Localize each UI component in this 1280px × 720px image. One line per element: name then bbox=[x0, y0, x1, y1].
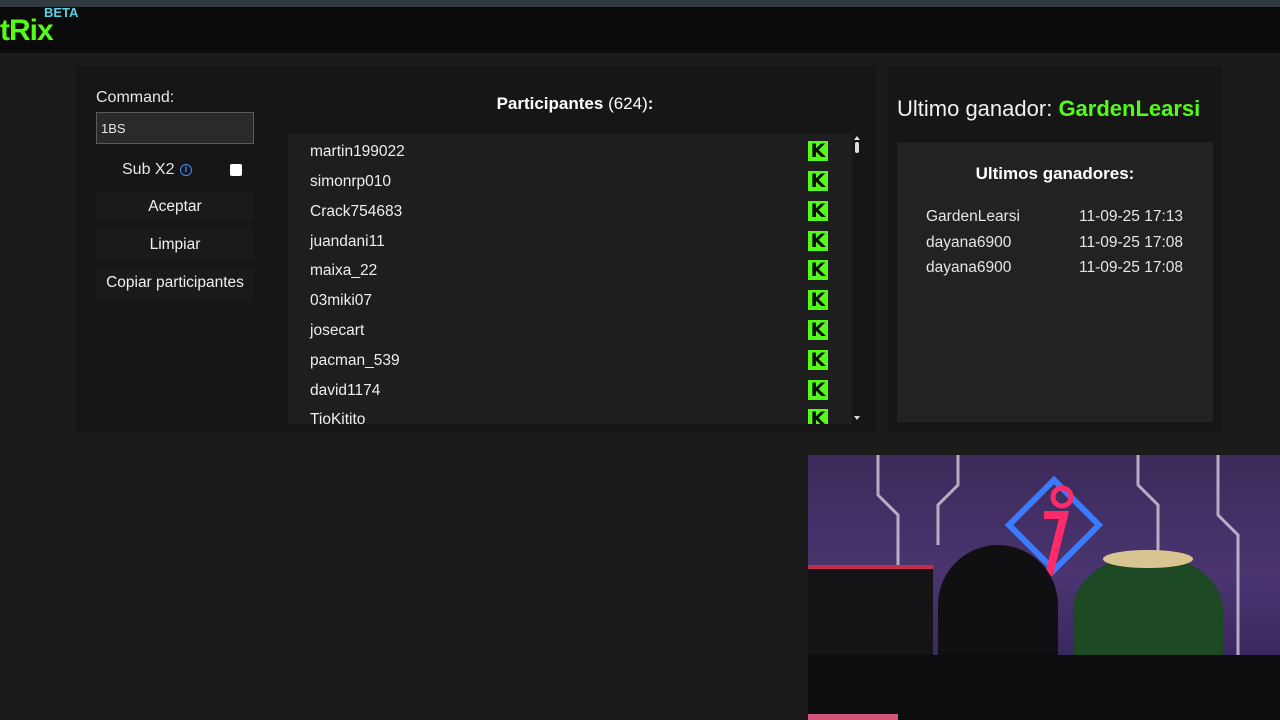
recent-winners-title: Ultimos ganadores: bbox=[975, 164, 1135, 183]
participant-name: juandani11 bbox=[310, 233, 385, 250]
winner-row-name: GardenLearsi bbox=[926, 208, 1020, 225]
participant-name: david1174 bbox=[310, 382, 381, 399]
scroll-thumb[interactable] bbox=[855, 142, 859, 153]
winner-row-time: 11-09-25 17:08 bbox=[1079, 259, 1183, 276]
participant-name: pacman_539 bbox=[310, 352, 400, 369]
desk bbox=[808, 655, 1280, 720]
top-bar bbox=[0, 7, 1280, 53]
kick-icon: K bbox=[808, 171, 828, 191]
list-item[interactable]: Crack754683 K bbox=[288, 196, 852, 226]
monitor-box bbox=[808, 565, 933, 665]
kick-icon: K bbox=[808, 201, 828, 221]
person-left bbox=[938, 545, 1058, 665]
winner-row-time: 11-09-25 17:13 bbox=[1079, 208, 1183, 225]
kick-icon: K bbox=[808, 141, 828, 161]
participant-name: Crack754683 bbox=[310, 203, 403, 220]
last-winner: Ultimo ganador: GardenLearsi bbox=[897, 96, 1200, 122]
scroll-up-icon[interactable] bbox=[854, 136, 860, 140]
person-right bbox=[1073, 555, 1223, 665]
list-item[interactable]: juandani11 K bbox=[288, 226, 852, 256]
command-label: Command: bbox=[96, 89, 175, 106]
accept-button[interactable]: Aceptar bbox=[96, 192, 254, 222]
participants-title-text: Participantes bbox=[496, 94, 604, 113]
winner-row: dayana6900 11-09-25 17:08 bbox=[926, 234, 1196, 256]
command-input[interactable] bbox=[96, 112, 254, 144]
winner-row: dayana6900 11-09-25 17:08 bbox=[926, 259, 1196, 281]
list-item[interactable]: david1174 K bbox=[288, 375, 852, 405]
winner-row-time: 11-09-25 17:08 bbox=[1079, 234, 1183, 251]
scroll-down-icon[interactable] bbox=[854, 416, 860, 420]
participants-title: Participantes (624): bbox=[420, 94, 730, 114]
participants-scrollbar[interactable] bbox=[852, 134, 862, 424]
sub-x2-label: Sub X2 bbox=[122, 161, 175, 178]
last-winner-name: GardenLearsi bbox=[1058, 96, 1201, 121]
info-icon[interactable]: i bbox=[180, 164, 192, 176]
participant-name: josecart bbox=[310, 322, 365, 339]
participants-title-colon: : bbox=[647, 94, 654, 113]
winner-row-name: dayana6900 bbox=[926, 234, 1012, 251]
participant-name: 03miki07 bbox=[310, 292, 373, 309]
clear-button[interactable]: Limpiar bbox=[96, 230, 254, 260]
kick-icon: K bbox=[808, 380, 828, 400]
list-item[interactable]: simonrp010 K bbox=[288, 166, 852, 196]
participant-name: martin199022 bbox=[310, 143, 405, 160]
participants-count: (624) bbox=[608, 94, 648, 113]
list-item[interactable]: martin199022 K bbox=[288, 136, 852, 166]
kick-icon: K bbox=[808, 409, 828, 424]
recent-winners-box: Ultimos ganadores: GardenLearsi 11-09-25… bbox=[897, 142, 1213, 422]
list-item[interactable]: pacman_539 K bbox=[288, 345, 852, 375]
list-item[interactable]: 03miki07 K bbox=[288, 285, 852, 315]
list-item[interactable]: maixa_22 K bbox=[288, 255, 852, 285]
participant-name: maixa_22 bbox=[310, 262, 378, 279]
winner-row-name: dayana6900 bbox=[926, 259, 1012, 276]
participants-list[interactable]: martin199022 K simonrp010 K Crack754683 … bbox=[288, 134, 852, 424]
list-item[interactable]: josecart K bbox=[288, 315, 852, 345]
beta-badge: BETA bbox=[44, 5, 79, 20]
kick-icon: K bbox=[808, 290, 828, 310]
participant-name: simonrp010 bbox=[310, 173, 391, 190]
pink-bar bbox=[808, 714, 898, 720]
list-item[interactable]: TioKitito K bbox=[288, 404, 852, 424]
kick-icon: K bbox=[808, 350, 828, 370]
kick-icon: K bbox=[808, 260, 828, 280]
winner-row: GardenLearsi 11-09-25 17:13 bbox=[926, 208, 1196, 230]
kick-icon: K bbox=[808, 231, 828, 251]
copy-participants-button[interactable]: Copiar participantes bbox=[96, 268, 254, 298]
top-strip bbox=[0, 0, 1280, 7]
participant-name: TioKitito bbox=[310, 411, 366, 424]
hat bbox=[1103, 550, 1193, 568]
webcam-overlay bbox=[808, 455, 1280, 720]
sub-x2-checkbox[interactable] bbox=[230, 164, 242, 176]
kick-icon: K bbox=[808, 320, 828, 340]
last-winner-label: Ultimo ganador: bbox=[897, 96, 1053, 121]
